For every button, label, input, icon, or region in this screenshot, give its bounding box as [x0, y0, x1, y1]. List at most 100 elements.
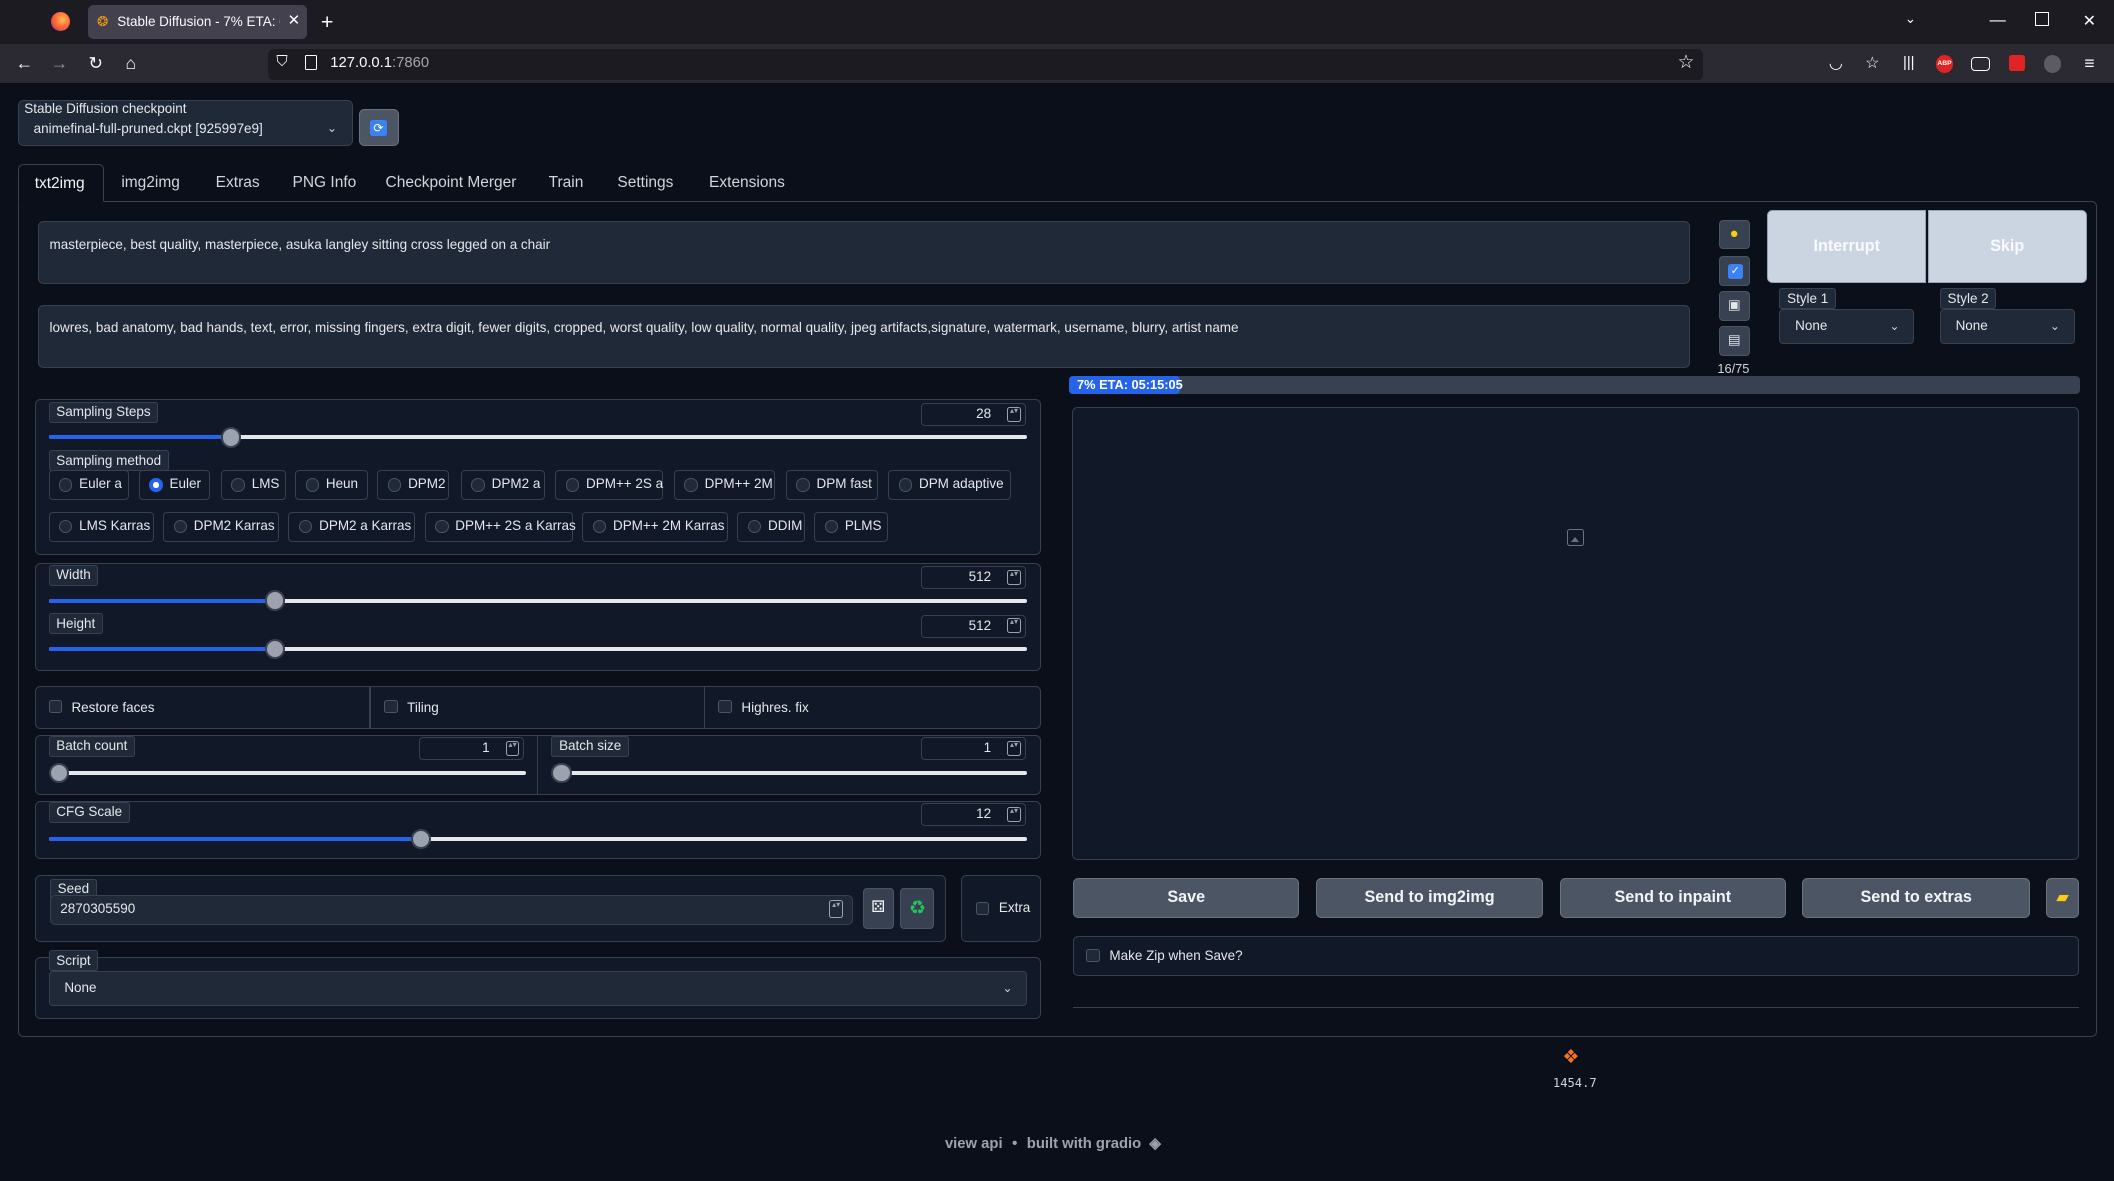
output-gallery[interactable] — [1071, 407, 2079, 861]
view-api-link[interactable]: view api — [945, 1136, 1003, 1152]
slider-thumb[interactable] — [221, 427, 242, 448]
window-close-icon[interactable]: ✕ — [2083, 11, 2097, 31]
clear-prompt-button[interactable]: ✓ — [1718, 256, 1750, 286]
sampling-option-plms[interactable]: PLMS — [814, 512, 889, 542]
batch-count-input[interactable]: 1 ▴▾ — [419, 737, 525, 761]
cfg-scale-input[interactable]: 12 ▴▾ — [920, 803, 1026, 827]
highres-fix-checkbox[interactable] — [718, 699, 732, 714]
spinner-icon[interactable]: ▴▾ — [1007, 807, 1021, 822]
address-bar[interactable]: ⛉ 127.0.0.1:7860 ☆ — [268, 48, 1703, 80]
prompt-input[interactable]: masterpiece, best quality, masterpiece, … — [37, 221, 1691, 285]
sampling-option-dpm2[interactable]: DPM2 — [377, 470, 449, 501]
save-button[interactable]: Save — [1073, 877, 1300, 918]
make-zip-checkbox[interactable] — [1086, 948, 1100, 963]
tab-png-info[interactable]: PNG Info — [293, 174, 357, 192]
sampling-option-dpm-2m-karras[interactable]: DPM++ 2M Karras — [582, 512, 728, 542]
radio-icon — [435, 519, 449, 534]
paste-params-button[interactable]: ● — [1718, 219, 1750, 250]
spinner-icon[interactable]: ▴▾ — [1007, 569, 1021, 585]
random-seed-button[interactable]: ⚄ — [862, 888, 894, 929]
cfg-scale-slider[interactable] — [48, 829, 1028, 850]
sampling-option-ddim[interactable]: DDIM — [737, 512, 805, 542]
skip-button[interactable]: Skip — [1927, 210, 2087, 284]
send-to-img2img-button[interactable]: Send to img2img — [1315, 877, 1544, 918]
style1-select[interactable]: None ⌄ — [1779, 308, 1915, 344]
reload-icon[interactable]: ↻ — [82, 44, 109, 83]
batch-size-slider[interactable] — [551, 762, 1028, 784]
sampling-option-heun[interactable]: Heun — [295, 470, 368, 501]
tab-img2img[interactable]: img2img — [121, 174, 180, 192]
spinner-icon[interactable]: ▴▾ — [505, 740, 520, 756]
extension-icon[interactable] — [1970, 56, 1990, 72]
save-style-button[interactable]: ▣ — [1718, 291, 1750, 321]
account-icon[interactable] — [2043, 55, 2062, 73]
slider-thumb[interactable] — [48, 762, 69, 784]
reuse-seed-button[interactable]: ♻ — [900, 888, 935, 929]
apply-style-button[interactable]: ▤ — [1718, 326, 1750, 356]
home-icon[interactable]: ⌂ — [117, 44, 144, 83]
extension-red-icon[interactable] — [2008, 55, 2025, 72]
seed-input[interactable]: 2870305590 ▴▾ — [49, 895, 854, 925]
library-icon[interactable]: ||| — [1895, 44, 1922, 83]
slider-thumb[interactable] — [265, 590, 286, 611]
shield-icon[interactable]: ⛉ — [276, 54, 287, 70]
restore-faces-checkbox[interactable] — [48, 699, 62, 714]
pocket-icon[interactable]: ◡ — [1822, 44, 1849, 83]
browser-tab[interactable]: ❂ Stable Diffusion - 7% ETA: 05:15:05 ✕ — [87, 5, 308, 40]
sampling-option-euler-a[interactable]: Euler a — [48, 470, 130, 501]
interrupt-button[interactable]: Interrupt — [1767, 210, 1927, 284]
spinner-icon[interactable]: ▴▾ — [1007, 740, 1021, 756]
sampling-option-lms[interactable]: LMS — [221, 470, 286, 501]
style2-select[interactable]: None ⌄ — [1939, 308, 2075, 344]
tab-close-icon[interactable]: ✕ — [280, 5, 308, 40]
adblock-icon[interactable]: ABP — [1935, 55, 1954, 73]
sampling-option-dpm2-a[interactable]: DPM2 a — [461, 470, 545, 501]
spinner-icon[interactable]: ▴▾ — [1007, 618, 1021, 634]
negative-prompt-input[interactable]: lowres, bad anatomy, bad hands, text, er… — [37, 304, 1691, 368]
sampling-option-dpm-2m[interactable]: DPM++ 2M — [674, 470, 776, 501]
sampling-steps-slider[interactable] — [48, 427, 1028, 448]
height-input[interactable]: 512 ▴▾ — [920, 614, 1026, 638]
script-select[interactable]: None ⌄ — [48, 970, 1028, 1006]
tab-train[interactable]: Train — [549, 174, 584, 192]
spinner-icon[interactable]: ▴▾ — [829, 900, 843, 918]
checkpoint-select[interactable]: animefinal-full-pruned.ckpt [925997e9] ⌄ — [18, 115, 351, 145]
width-slider[interactable] — [48, 590, 1028, 611]
spinner-icon[interactable]: ▴▾ — [1007, 406, 1021, 422]
batch-count-slider[interactable] — [48, 762, 526, 784]
forward-icon[interactable]: → — [46, 44, 73, 83]
built-with-gradio-link[interactable]: built with gradio — [1027, 1136, 1141, 1152]
new-tab-icon[interactable]: + — [321, 9, 334, 35]
tiling-checkbox[interactable] — [384, 699, 398, 714]
width-input[interactable]: 512 ▴▾ — [920, 566, 1026, 590]
minimize-icon[interactable]: — — [1990, 11, 2006, 30]
sampling-option-euler[interactable]: Euler — [138, 470, 211, 501]
send-to-inpaint-button[interactable]: Send to inpaint — [1559, 877, 1787, 918]
tab-extensions[interactable]: Extensions — [709, 174, 785, 192]
list-tabs-icon[interactable]: ⌄ — [1905, 11, 1916, 27]
back-icon[interactable]: ← — [11, 44, 38, 83]
batch-size-input[interactable]: 1 ▴▾ — [920, 737, 1026, 761]
sampling-steps-input[interactable]: 28 ▴▾ — [920, 403, 1026, 426]
sampling-option-dpm-2s-a-karras[interactable]: DPM++ 2S a Karras — [424, 512, 576, 542]
sampling-option-dpm2-a-karras[interactable]: DPM2 a Karras — [288, 512, 416, 542]
tab-checkpoint-merger[interactable]: Checkpoint Merger — [386, 174, 517, 192]
slider-thumb[interactable] — [551, 762, 572, 784]
extra-checkbox[interactable] — [975, 901, 990, 916]
sampling-option-lms-karras[interactable]: LMS Karras — [48, 512, 154, 542]
tab-txt2img[interactable]: txt2img — [17, 164, 104, 203]
bookmark-star-icon[interactable]: ☆ — [1678, 51, 1695, 73]
sampling-option-dpm2-karras[interactable]: DPM2 Karras — [163, 512, 280, 542]
refresh-checkpoint-button[interactable]: ⟳ — [358, 109, 399, 146]
tab-settings[interactable]: Settings — [617, 174, 673, 192]
maximize-icon[interactable] — [2035, 12, 2049, 26]
open-folder-button[interactable]: ▰ — [2046, 877, 2079, 918]
sampling-option-dpm-fast[interactable]: DPM fast — [785, 470, 878, 501]
send-to-extras-button[interactable]: Send to extras — [1802, 877, 2031, 918]
height-slider[interactable] — [48, 638, 1028, 660]
reading-list-icon[interactable]: ☆ — [1859, 44, 1886, 83]
menu-icon[interactable]: ≡ — [2076, 44, 2103, 83]
sampling-option-dpm-adaptive[interactable]: DPM adaptive — [888, 470, 1011, 501]
tab-extras[interactable]: Extras — [216, 174, 260, 192]
sampling-option-dpm-2s-a[interactable]: DPM++ 2S a — [555, 470, 664, 501]
